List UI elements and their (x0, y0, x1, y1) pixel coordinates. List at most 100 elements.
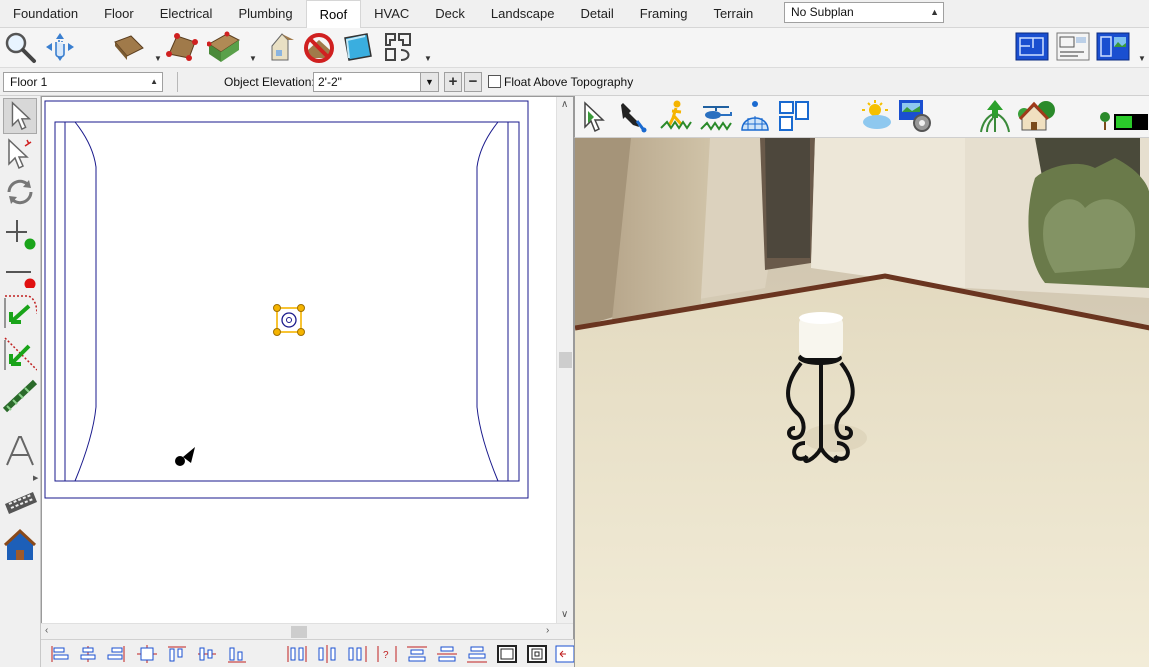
house-landscape-icon[interactable] (1016, 98, 1056, 134)
rotate-icon[interactable] (3, 174, 37, 210)
walkthrough-camera-icon[interactable] (659, 98, 693, 134)
decrease-elevation-button[interactable]: − (464, 72, 482, 92)
scroll-thumb[interactable] (559, 352, 572, 368)
scroll-down-icon[interactable]: ∨ (561, 609, 568, 620)
auto-roof-icon[interactable] (207, 30, 241, 64)
chevron-down-icon[interactable]: ▼ (249, 54, 257, 63)
distribute-v-icon[interactable] (316, 644, 338, 664)
floor-select[interactable]: Floor 1 ▲▼ (3, 72, 163, 104)
no-roof-icon[interactable] (302, 30, 336, 64)
align-bottom-edge-icon[interactable] (466, 644, 488, 664)
roof-trim-icon[interactable] (3, 378, 37, 414)
tab-hvac[interactable]: HVAC (361, 0, 422, 28)
frame-icon[interactable] (496, 644, 518, 664)
align-center-edge-icon[interactable] (436, 644, 458, 664)
roof-baseline-icon[interactable] (165, 30, 199, 64)
sun-angle-icon[interactable] (857, 98, 893, 134)
skylight-icon[interactable] (341, 30, 375, 64)
delete-point-icon[interactable] (3, 252, 37, 288)
align-left-icon[interactable] (48, 644, 70, 664)
break-line-icon[interactable] (3, 294, 37, 330)
chevron-down-icon[interactable]: ▼ (154, 54, 162, 63)
tab-foundation[interactable]: Foundation (0, 0, 91, 28)
object-elevation-value: 2'-2" (318, 75, 342, 89)
svg-text:?: ? (383, 650, 389, 661)
align-middle-icon[interactable] (196, 644, 218, 664)
house-icon[interactable] (3, 528, 37, 564)
select-3d-icon[interactable] (580, 101, 610, 133)
align-top-icon[interactable] (166, 644, 188, 664)
frame-nested-icon[interactable] (526, 644, 548, 664)
camera-view-icon[interactable] (1096, 30, 1130, 64)
align-right-icon[interactable] (106, 644, 128, 664)
tab-detail[interactable]: Detail (568, 0, 627, 28)
selected-object[interactable] (273, 304, 305, 336)
chevron-down-icon[interactable]: ▼ (424, 54, 432, 63)
walkthrough-icon[interactable] (3, 486, 37, 522)
zoom-icon[interactable] (3, 30, 37, 64)
add-point-icon[interactable] (3, 214, 37, 250)
space-evenly-icon[interactable]: ? (376, 644, 398, 664)
align-toolbar: ? (41, 639, 576, 667)
material-eyedropper-icon[interactable] (619, 101, 649, 133)
scroll-right-icon[interactable]: › (546, 625, 549, 636)
floor-plan-view-icon[interactable] (1015, 30, 1049, 64)
app-window: Foundation Floor Electrical Plumbing Roof HVA… (0, 0, 1149, 667)
align-icon[interactable] (3, 336, 37, 372)
tab-deck[interactable]: Deck (422, 0, 478, 28)
text-icon[interactable] (3, 433, 37, 469)
chevron-right-icon[interactable]: ▶ (33, 474, 38, 482)
camera-settings-icon[interactable] (897, 98, 933, 134)
float-above-topography-checkbox[interactable] (488, 75, 501, 88)
tab-framing[interactable]: Framing (627, 0, 701, 28)
roof-tools-icon[interactable] (381, 30, 415, 64)
rendered-scene (575, 138, 1149, 667)
gable-wall-icon[interactable] (266, 30, 300, 64)
tab-floor[interactable]: Floor (91, 0, 147, 28)
chevron-down-icon[interactable]: ▼ (1138, 54, 1146, 63)
camera-3d-view[interactable] (574, 138, 1149, 667)
edit-toolbar: ▶ (0, 96, 41, 667)
camera-view-toolbar (574, 96, 1149, 138)
layout-view-icon[interactable] (1056, 30, 1090, 64)
horizontal-scrollbar[interactable]: ‹ › (41, 623, 573, 639)
plan-footprint-icon[interactable] (777, 99, 811, 133)
frame-edge-icon[interactable] (554, 644, 576, 664)
orbit-icon[interactable] (738, 98, 772, 134)
subplan-value: No Subplan (791, 5, 854, 19)
float-above-topography-label: Float Above Topography (504, 75, 634, 89)
distribute-h-icon[interactable] (286, 644, 308, 664)
pan-icon[interactable] (43, 30, 77, 64)
tab-roof[interactable]: Roof (305, 0, 362, 29)
main-toolbar: ▼ ▼ ▼ ▼ (0, 28, 1149, 68)
vertical-scrollbar[interactable]: ∧ ∨ (556, 97, 573, 624)
object-elevation-input[interactable]: 2'-2" ▼ (313, 72, 439, 92)
plan-view[interactable] (41, 96, 574, 639)
scroll-up-icon[interactable]: ∧ (561, 99, 568, 110)
scroll-thumb[interactable] (291, 626, 307, 638)
align-center-icon[interactable] (77, 644, 99, 664)
select-objects-icon[interactable] (3, 98, 37, 134)
tab-list: Foundation Floor Electrical Plumbing Roof HVA… (0, 0, 766, 29)
plant-growth-icon[interactable] (977, 98, 1013, 134)
tab-terrain[interactable]: Terrain (700, 0, 766, 28)
tab-electrical[interactable]: Electrical (147, 0, 226, 28)
distribute-gap-icon[interactable] (346, 644, 368, 664)
floor-select-value: Floor 1 (10, 75, 48, 89)
dropdown-arrows-icon: ▲ (930, 7, 939, 17)
scroll-left-icon[interactable]: ‹ (45, 625, 48, 636)
camera-marker-icon[interactable] (175, 447, 195, 466)
object-elevation-label: Object Elevation: (224, 75, 315, 89)
center-object-icon[interactable] (136, 644, 158, 664)
tab-landscape[interactable]: Landscape (478, 0, 568, 28)
increase-elevation-button[interactable]: + (444, 72, 462, 92)
terrain-toggle-icon[interactable] (1098, 110, 1148, 132)
align-top-edge-icon[interactable] (406, 644, 428, 664)
align-bottom-icon[interactable] (226, 644, 248, 664)
select-edit-icon[interactable] (3, 136, 37, 172)
chevron-down-icon[interactable]: ▼ (420, 73, 438, 91)
drone-camera-icon[interactable] (699, 99, 733, 133)
subplan-dropdown[interactable]: No Subplan ▲ (784, 2, 944, 23)
roof-plane-icon[interactable] (111, 30, 145, 64)
tab-plumbing[interactable]: Plumbing (225, 0, 305, 28)
